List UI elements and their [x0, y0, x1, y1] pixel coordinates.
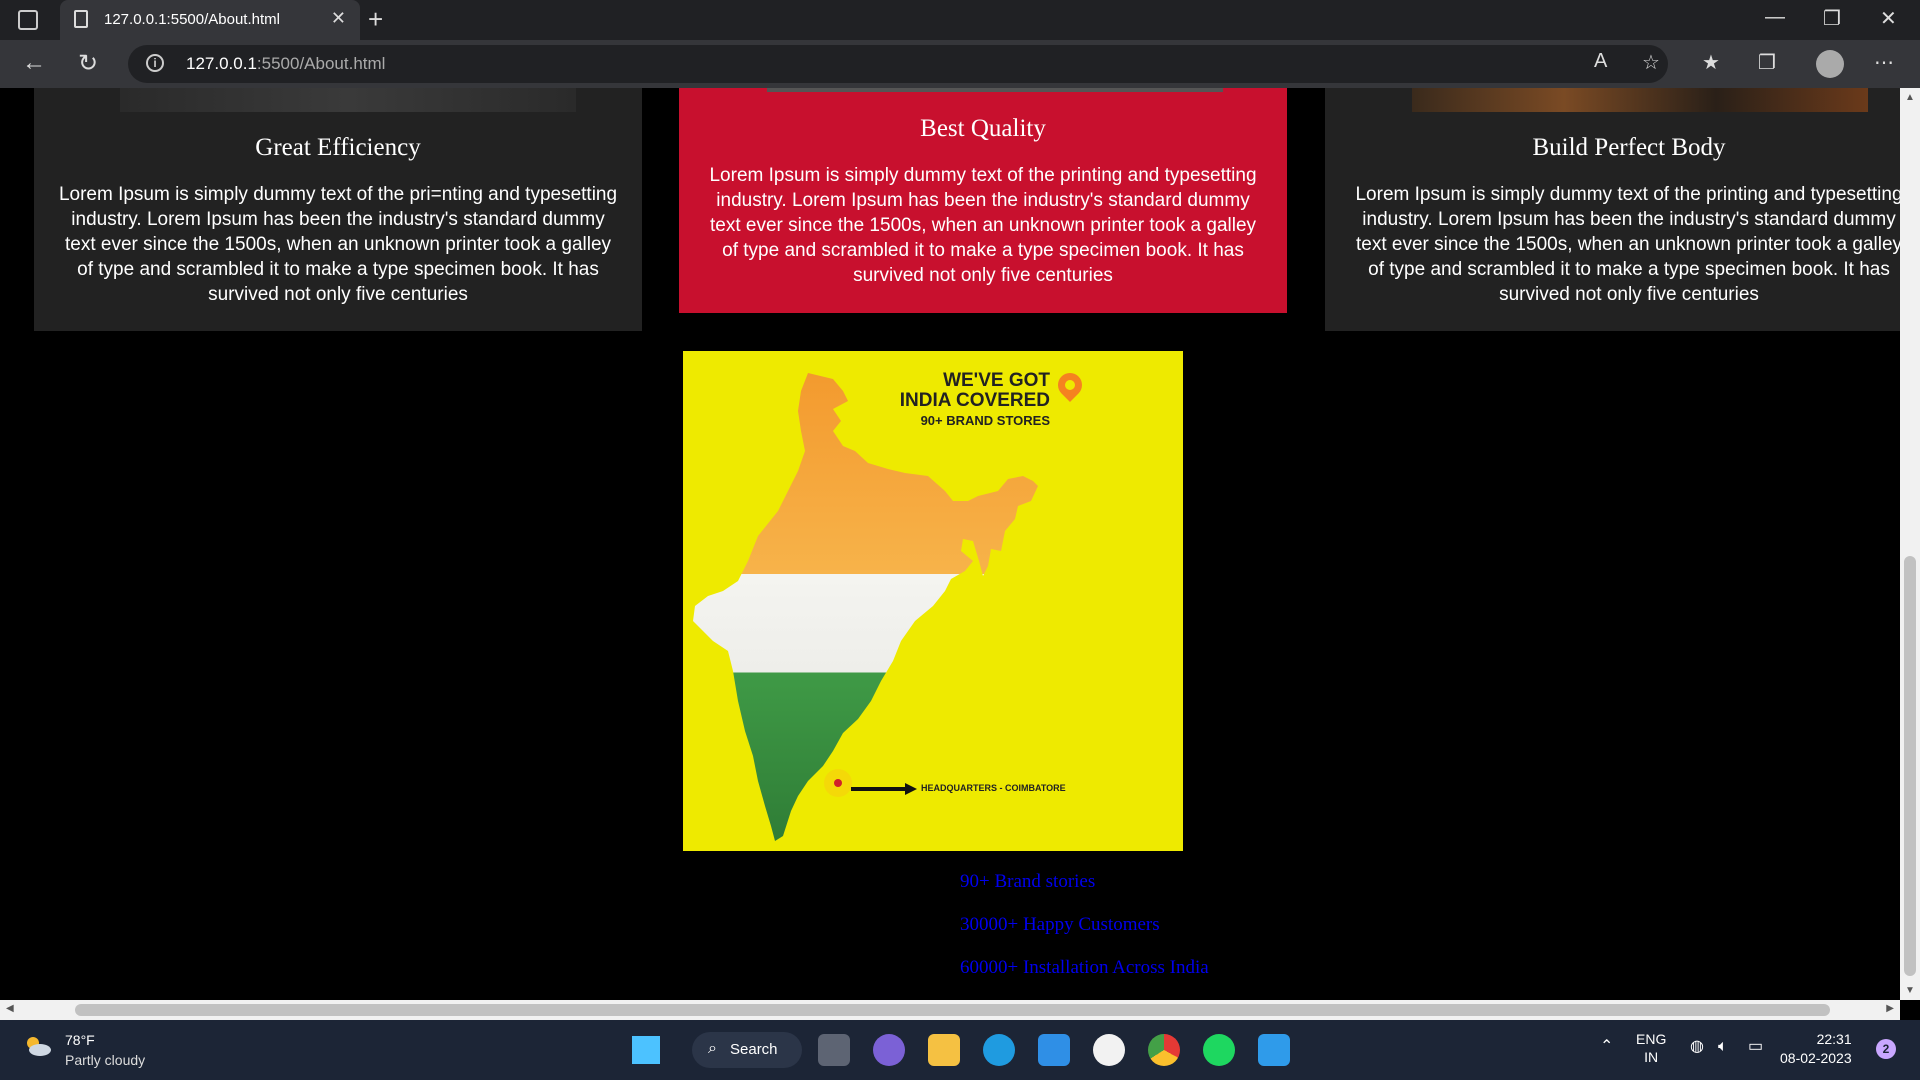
tab-actions-icon[interactable]: [18, 10, 38, 30]
horizontal-scrollbar[interactable]: ◀ ▶: [0, 1000, 1900, 1020]
card-image: [120, 88, 576, 112]
profile-avatar[interactable]: [1816, 50, 1844, 78]
card-text: Lorem Ipsum is simply dummy text of the …: [1355, 184, 1900, 305]
card-text: Lorem Ipsum is simply dummy text of the …: [709, 165, 1257, 286]
read-aloud-icon[interactable]: A: [1594, 50, 1607, 73]
browser-tab[interactable]: 127.0.0.1:5500/About.html ✕: [60, 0, 360, 40]
chrome-icon[interactable]: [1148, 1034, 1180, 1066]
headquarters-label: HEADQUARTERS - COIMBATORE: [921, 783, 1066, 793]
file-explorer-icon[interactable]: [928, 1034, 960, 1066]
clock-date: 08-02-2023: [1780, 1050, 1852, 1066]
india-stores-map-image: WE'VE GOT INDIA COVERED 90+ BRAND STORES …: [683, 351, 1183, 851]
app-icon[interactable]: [1093, 1034, 1125, 1066]
network-icon[interactable]: ◍: [1690, 1038, 1704, 1056]
back-icon[interactable]: ←: [22, 49, 46, 77]
new-tab-button[interactable]: +: [368, 4, 383, 35]
close-window-button[interactable]: ✕: [1880, 6, 1897, 31]
stat-installations-link[interactable]: 60000+ Installation Across India: [960, 957, 1209, 979]
card-title: Build Perfect Body: [1532, 134, 1726, 161]
address-bar: ← ↻ i 127.0.0.1:5500/About.html A ☆ ★ ❐ …: [0, 40, 1920, 88]
map-heading-line2: INDIA COVERED: [899, 390, 1050, 411]
volume-icon[interactable]: 🔈︎: [1718, 1038, 1728, 1056]
map-heading: WE'VE GOT INDIA COVERED: [900, 371, 1050, 411]
battery-icon[interactable]: ▭: [1748, 1038, 1763, 1056]
feature-card-body: Build Perfect Body Lorem Ipsum is simply…: [1325, 88, 1900, 331]
spotify-icon[interactable]: [1203, 1034, 1235, 1066]
stat-brand-stores-link[interactable]: 90+ Brand stories: [960, 871, 1095, 893]
favorites-icon[interactable]: ★: [1702, 50, 1720, 75]
vertical-scrollbar[interactable]: ▲ ▼: [1900, 88, 1920, 1000]
feature-card-quality: Best Quality Lorem Ipsum is simply dummy…: [679, 88, 1287, 313]
card-image: [1412, 88, 1868, 112]
stat-happy-customers-link[interactable]: 30000+ Happy Customers: [960, 914, 1160, 936]
system-clock[interactable]: 22:31 08-02-2023: [1780, 1030, 1852, 1068]
notification-badge[interactable]: 2: [1876, 1039, 1896, 1059]
map-heading-line1: WE'VE GOT: [943, 370, 1050, 391]
refresh-icon[interactable]: ↻: [78, 49, 98, 78]
clock-time: 22:31: [1816, 1031, 1852, 1047]
scroll-left-icon[interactable]: ◀: [6, 1003, 14, 1014]
more-menu-icon[interactable]: ⋯: [1874, 50, 1894, 75]
weather-description[interactable]: Partly cloudy: [65, 1052, 145, 1068]
card-text: Lorem Ipsum is simply dummy text of the …: [58, 184, 618, 305]
taskbar-search[interactable]: ⌕ Search: [692, 1032, 802, 1068]
search-label: Search: [730, 1041, 778, 1058]
edge-browser-icon[interactable]: [983, 1034, 1015, 1066]
region-code: IN: [1644, 1049, 1659, 1065]
vertical-scroll-thumb[interactable]: [1904, 556, 1916, 976]
weather-temperature[interactable]: 78°F: [65, 1032, 95, 1048]
page-viewport: Great Efficiency Lorem Ipsum is simply d…: [0, 88, 1900, 1000]
windows-taskbar: 78°F Partly cloudy ⌕ Search ⌃ ENG IN ◍ 🔈…: [0, 1020, 1920, 1080]
partly-cloudy-icon: [27, 1037, 51, 1056]
browser-tab-bar: 127.0.0.1:5500/About.html ✕ + — ❐ ✕: [0, 0, 1920, 40]
tab-title: 127.0.0.1:5500/About.html: [104, 11, 280, 28]
page-icon: [74, 10, 88, 28]
card-image: [767, 88, 1223, 92]
vscode-icon[interactable]: [1258, 1034, 1290, 1066]
horizontal-scroll-thumb[interactable]: [75, 1004, 1830, 1016]
scroll-up-icon[interactable]: ▲: [1905, 92, 1915, 103]
url-text[interactable]: 127.0.0.1:5500/About.html: [186, 54, 385, 74]
restore-button[interactable]: ❐: [1823, 6, 1841, 31]
tab-close-icon[interactable]: ✕: [331, 8, 346, 29]
scroll-right-icon[interactable]: ▶: [1886, 1003, 1894, 1014]
minimize-button[interactable]: —: [1765, 6, 1785, 29]
card-title: Best Quality: [920, 115, 1046, 142]
mail-icon[interactable]: [1038, 1034, 1070, 1066]
url-host: 127.0.0.1: [186, 54, 257, 73]
start-button[interactable]: [630, 1034, 662, 1066]
card-title: Great Efficiency: [255, 134, 421, 161]
collections-icon[interactable]: ❐: [1758, 50, 1776, 75]
show-hidden-icons-icon[interactable]: ⌃: [1600, 1038, 1613, 1056]
add-favorite-icon[interactable]: ☆: [1642, 50, 1660, 75]
search-icon: ⌕: [708, 1040, 717, 1057]
url-path: :5500/About.html: [256, 54, 386, 73]
language-indicator[interactable]: ENG IN: [1636, 1030, 1666, 1066]
map-subheading: 90+ BRAND STORES: [920, 413, 1050, 428]
url-field[interactable]: i 127.0.0.1:5500/About.html: [128, 45, 1668, 83]
teams-chat-icon[interactable]: [873, 1034, 905, 1066]
scroll-down-icon[interactable]: ▼: [1905, 985, 1915, 996]
language-code: ENG: [1636, 1031, 1667, 1047]
site-info-icon[interactable]: i: [146, 54, 164, 72]
feature-card-efficiency: Great Efficiency Lorem Ipsum is simply d…: [34, 88, 642, 331]
task-view-icon[interactable]: [818, 1034, 850, 1066]
